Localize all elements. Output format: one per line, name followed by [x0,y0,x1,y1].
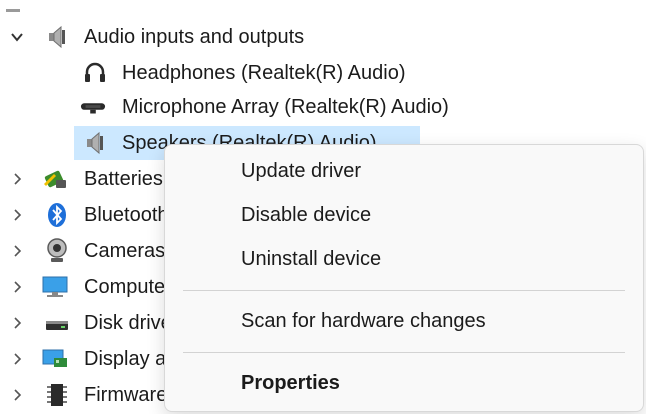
menu-item-properties[interactable]: Properties [165,363,643,403]
speaker-icon [44,24,70,50]
chevron-right-icon[interactable] [6,168,28,190]
category-label: Firmware [84,384,168,406]
headphones-icon [82,60,108,86]
category-label: Cameras [84,240,166,262]
scroll-indicator [6,0,20,12]
context-menu: Update driver Disable device Uninstall d… [164,144,644,412]
tree-category-batteries[interactable]: Batteries [0,162,170,196]
bluetooth-icon [44,202,70,228]
microphone-icon [80,94,106,120]
tree-item-headphones[interactable]: Headphones (Realtek(R) Audio) [0,56,460,90]
tree-category-audio[interactable]: Audio inputs and outputs [0,20,420,54]
menu-item-disable-device[interactable]: Disable device [165,195,643,235]
category-label: Bluetooth [84,204,169,226]
tree-item-label: Headphones (Realtek(R) Audio) [122,62,406,84]
tree-item-microphone-array[interactable]: Microphone Array (Realtek(R) Audio) [0,90,520,124]
tree-category-display-adapters[interactable]: Display adapters [0,342,233,376]
disk-drive-icon [44,310,70,336]
battery-icon [42,166,68,192]
chevron-right-icon[interactable] [6,384,28,406]
chevron-right-icon[interactable] [6,312,28,334]
menu-item-uninstall-device[interactable]: Uninstall device [165,239,643,279]
menu-item-update-driver[interactable]: Update driver [165,151,643,191]
chevron-right-icon[interactable] [6,348,28,370]
tree-item-label: Microphone Array (Realtek(R) Audio) [122,96,449,118]
chevron-right-icon[interactable] [6,276,28,298]
firmware-icon [44,382,70,408]
menu-separator [183,352,625,353]
tree-category-bluetooth[interactable]: Bluetooth [0,198,170,232]
computer-icon [42,274,68,300]
chevron-right-icon[interactable] [6,204,28,226]
category-label: Batteries [84,168,163,190]
tree-category-computer[interactable]: Computer [0,270,172,304]
tree-category-disk-drives[interactable]: Disk drives [0,306,182,340]
menu-item-scan-hardware[interactable]: Scan for hardware changes [165,301,643,341]
display-adapter-icon [42,346,68,372]
category-label: Audio inputs and outputs [84,26,305,48]
menu-separator [183,290,625,291]
category-label: Computer [84,276,172,298]
speaker-icon [82,130,108,156]
chevron-down-icon[interactable] [6,26,28,48]
tree-category-cameras[interactable]: Cameras [0,234,170,268]
tree-category-firmware[interactable]: Firmware [0,378,170,412]
chevron-right-icon[interactable] [6,240,28,262]
camera-icon [44,238,70,264]
